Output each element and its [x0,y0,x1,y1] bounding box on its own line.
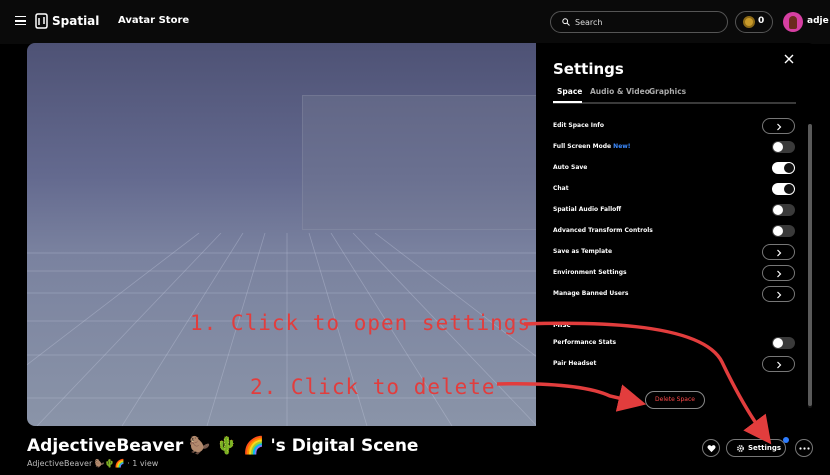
toggle-knob [773,338,783,348]
tab-graphics[interactable]: Graphics [649,87,686,96]
gear-icon [737,445,744,452]
heart-icon [707,445,716,453]
auto-save-toggle[interactable] [772,162,795,174]
setting-row-edit-space-info[interactable]: Edit Space Info [553,118,796,134]
tab-space[interactable]: Space [557,87,582,96]
setting-label: Edit Space Info [553,122,605,129]
notification-dot [783,437,789,443]
space-title: AdjectiveBeaver 🦫 🌵 🌈 's Digital Scene [27,436,419,456]
settings-panel: Settings Space Audio & Video Graphics Ed… [536,43,816,426]
search-icon [562,18,570,26]
setting-row-manage-banned-users[interactable]: Manage Banned Users [553,286,796,302]
setting-row-spatial-audio-falloff[interactable]: Spatial Audio Falloff [553,202,796,218]
setting-label: Manage Banned Users [553,290,629,297]
full-screen-toggle[interactable] [772,141,795,153]
annotation-step-2: 2. Click to delete [250,375,496,399]
chat-toggle[interactable] [772,183,795,195]
search-bar[interactable] [550,11,728,33]
close-icon[interactable] [781,51,797,67]
menu-icon[interactable] [15,16,26,25]
setting-row-full-screen[interactable]: Full Screen Mode New! [553,139,796,155]
toggle-knob [784,163,794,173]
setting-row-chat[interactable]: Chat [553,181,796,197]
setting-row-advanced-transform[interactable]: Advanced Transform Controls [553,223,796,239]
toggle-knob [773,205,783,215]
edit-space-info-button[interactable] [762,118,795,134]
like-button[interactable] [702,439,720,457]
settings-button-label: Settings [748,444,782,452]
annotation-step-1: 1. Click to open settings [190,311,532,335]
setting-row-pair-headset[interactable]: Pair Headset [553,356,796,372]
setting-row-save-as-template[interactable]: Save as Template [553,244,796,260]
avatar-store-link[interactable]: Avatar Store [118,15,189,26]
top-navigation-bar: Spatial Avatar Store 0 adje [0,0,830,44]
setting-label: Advanced Transform Controls [553,227,653,234]
scrollbar[interactable] [808,124,812,408]
settings-tabs: Space Audio & Video Graphics [553,87,796,104]
coin-count: 0 [758,16,765,26]
setting-label: Pair Headset [553,360,597,367]
setting-label: Environment Settings [553,269,627,276]
more-options-button[interactable] [795,439,813,457]
chevron-right-icon [777,249,782,257]
coin-balance[interactable]: 0 [735,11,773,33]
chevron-right-icon [777,361,782,369]
setting-row-auto-save[interactable]: Auto Save [553,160,796,176]
spatial-logo-icon[interactable] [35,13,48,29]
setting-label: Full Screen Mode New! [553,143,631,150]
setting-label-text: Full Screen Mode [553,143,612,150]
scene-screen-object [302,95,547,230]
tab-audio-video[interactable]: Audio & Video [590,87,650,96]
new-badge: New! [613,143,631,150]
scrollbar-thumb[interactable] [808,124,812,406]
ellipsis-icon [799,447,810,450]
chevron-right-icon [777,123,782,131]
setting-label: Spatial Audio Falloff [553,206,622,213]
settings-title: Settings [553,60,624,78]
misc-section-label: Misc [553,321,571,329]
active-tab-indicator [553,101,582,103]
setting-row-environment-settings[interactable]: Environment Settings [553,265,796,281]
avatar[interactable] [783,12,803,32]
toggle-knob [773,142,783,152]
manage-banned-users-button[interactable] [762,286,795,302]
advanced-transform-toggle[interactable] [772,225,795,237]
username[interactable]: adje [807,16,829,26]
setting-row-performance-stats[interactable]: Performance Stats [553,335,796,351]
space-viewport[interactable] [27,43,547,426]
spatial-audio-falloff-toggle[interactable] [772,204,795,216]
environment-settings-button[interactable] [762,265,795,281]
delete-space-button[interactable]: Delete Space [645,391,705,409]
performance-stats-toggle[interactable] [772,337,795,349]
save-as-template-button[interactable] [762,244,795,260]
setting-label: Save as Template [553,248,613,255]
settings-button[interactable]: Settings [726,439,786,457]
toggle-knob [784,184,794,194]
setting-label: Chat [553,185,569,192]
setting-label: Auto Save [553,164,588,171]
pair-headset-button[interactable] [762,356,795,372]
toggle-knob [773,226,783,236]
coin-icon [743,16,755,28]
chevron-right-icon [777,291,782,299]
space-subtitle: AdjectiveBeaver 🦫🌵🌈 · 1 view [27,459,159,468]
logo-text[interactable]: Spatial [52,14,99,28]
search-input[interactable] [575,15,720,29]
chevron-right-icon [777,270,782,278]
setting-label: Performance Stats [553,339,617,346]
